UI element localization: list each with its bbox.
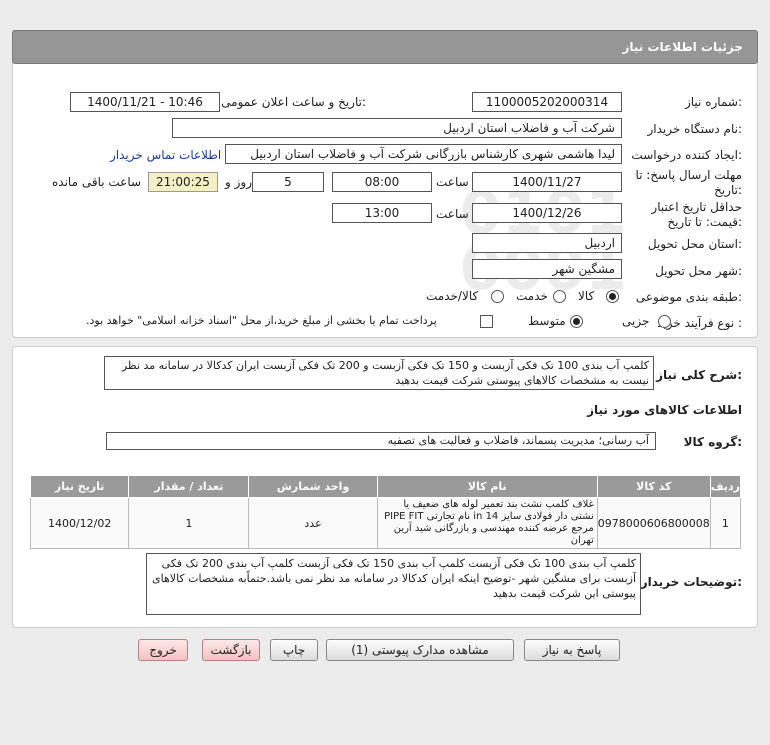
category-radio-service[interactable] <box>553 290 566 303</box>
goods-group-field: آب رسانی؛ مدیریت پسماند، فاضلاب و فعالیت… <box>106 432 656 450</box>
buyer-notes-label: توضیحات خریدار: <box>640 575 742 589</box>
days-field: 5 <box>252 172 324 192</box>
contact-buyer-link[interactable]: اطلاعات تماس خریدار <box>110 148 221 162</box>
days-label: روز و <box>225 175 252 189</box>
delivery-city-label: شهر محل تحویل: <box>655 264 742 278</box>
requester-label: ایجاد کننده درخواست: <box>631 148 742 162</box>
deadline-time-label: ساعت <box>436 175 469 189</box>
summary-box: کلمپ آب بندی 100 تک فکی آزبست و 150 تک ف… <box>104 356 654 390</box>
print-button[interactable]: چاپ <box>270 639 318 661</box>
cell-name: غلاف کلمپ نشت بند تعمیر لوله های ضعیف یا… <box>376 497 598 549</box>
col-unit: واحد شمارش <box>248 475 378 498</box>
need-number-label: شماره نیاز: <box>684 95 742 109</box>
attachments-button[interactable]: مشاهده مدارک پیوستی (1) <box>326 639 514 661</box>
back-button[interactable]: بازگشت <box>202 639 260 661</box>
col-date: تاریخ نیاز <box>29 475 130 498</box>
process-option-medium: متوسط <box>528 314 566 328</box>
category-option-goods-service: کالا/خدمت <box>426 289 479 303</box>
validity-date-field: 1400/12/26 <box>472 203 622 223</box>
treasury-payment-note: پرداخت تمام یا بخشی از مبلغ خرید،از محل … <box>86 314 437 327</box>
deadline-date-field: 1400/11/27 <box>472 172 622 192</box>
reply-button[interactable]: پاسخ به نیاز <box>524 639 620 661</box>
need-number-field: 1100005202000314 <box>472 92 622 112</box>
process-radio-minor[interactable] <box>658 315 671 328</box>
category-option-goods: کالا <box>578 289 595 303</box>
category-radio-goods-service[interactable] <box>491 290 504 303</box>
table-row: 1 0978000606800008 غلاف کلمپ نشت بند تعم… <box>29 497 742 549</box>
announce-field: 1400/11/21 - 10:46 <box>70 92 220 112</box>
cell-code: 0978000606800008 <box>596 497 711 549</box>
col-qty: تعداد / مقدار <box>128 475 250 498</box>
exit-button[interactable]: خروج <box>138 639 188 661</box>
cell-date: 1400/12/02 <box>29 497 130 549</box>
validity-label-date: قیمت: تا تاریخ: <box>667 215 742 229</box>
page-title-bar: جزئیات اطلاعات نیاز <box>12 30 758 64</box>
validity-time-field: 13:00 <box>332 203 432 223</box>
category-option-service: خدمت <box>516 289 548 303</box>
buyer-org-field: شرکت آب و فاضلاب استان اردبیل <box>172 118 622 138</box>
deadline-time-field: 08:00 <box>332 172 432 192</box>
goods-group-label: گروه کالا: <box>683 435 742 449</box>
delivery-city-field: مشگین شهر <box>472 259 622 279</box>
goods-info-title: اطلاعات کالاهای مورد نیاز <box>587 403 742 417</box>
deadline-label-date: تاریخ: <box>714 183 742 197</box>
summary-label: شرح کلی نیاز: <box>656 368 742 382</box>
goods-table-header: ردیف کد کالا نام کالا واحد شمارش تعداد /… <box>29 475 742 498</box>
cell-row: 1 <box>709 497 742 549</box>
deadline-label: مهلت ارسال پاسخ: تا <box>635 168 742 182</box>
remaining-label: ساعت باقی مانده <box>52 175 142 189</box>
page-title: جزئیات اطلاعات نیاز <box>622 40 743 54</box>
buyer-org-label: نام دستگاه خریدار: <box>647 122 743 136</box>
announce-label: تاریخ و ساعت اعلان عمومی: <box>221 95 366 109</box>
col-name: نام کالا <box>376 475 598 498</box>
delivery-province-field: اردبیل <box>472 233 622 253</box>
cell-unit: عدد <box>248 497 378 549</box>
treasury-payment-checkbox[interactable] <box>480 315 493 328</box>
buyer-notes-box: کلمپ آب بندی 100 تک فکی آزبست کلمپ آب بن… <box>146 553 641 615</box>
col-row: ردیف <box>709 475 742 498</box>
validity-time-label: ساعت <box>436 207 469 221</box>
col-code: کد کالا <box>596 475 711 498</box>
cell-qty: 1 <box>128 497 250 549</box>
requester-field: لیدا هاشمی شهری کارشناس بازرگانی شرکت آب… <box>225 144 622 164</box>
validity-label: حداقل تاریخ اعتبار <box>651 200 742 214</box>
goods-table: ردیف کد کالا نام کالا واحد شمارش تعداد /… <box>29 475 742 549</box>
process-option-minor: جزیی <box>622 314 650 328</box>
process-radio-medium[interactable] <box>570 315 583 328</box>
delivery-province-label: استان محل تحویل: <box>647 237 742 251</box>
category-label: طبقه بندی موضوعی: <box>635 290 742 304</box>
category-radio-goods[interactable] <box>606 290 619 303</box>
remaining-time-field: 21:00:25 <box>148 172 218 192</box>
